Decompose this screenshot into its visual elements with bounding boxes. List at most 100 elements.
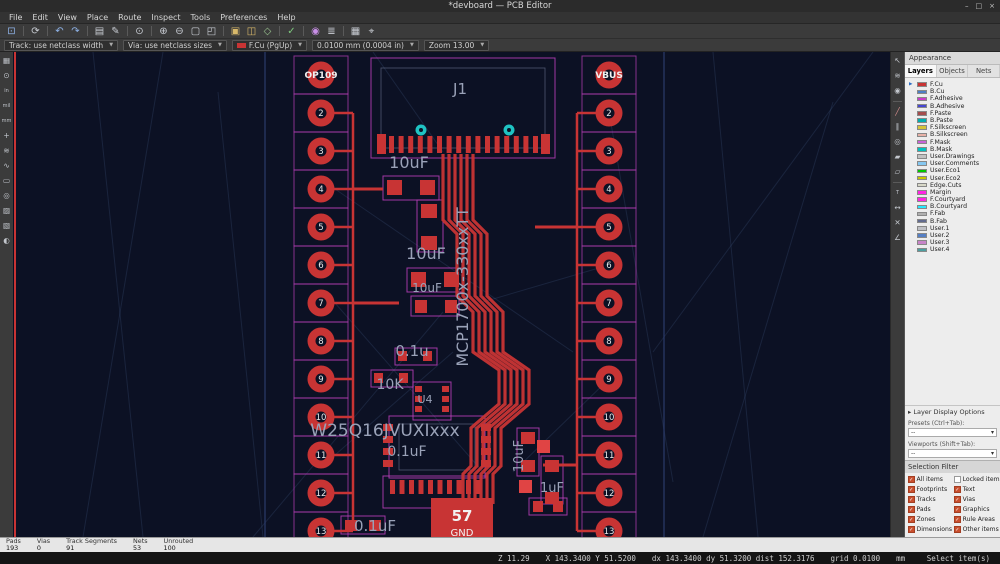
layer-color-swatch[interactable] — [917, 125, 927, 130]
select-tool-icon[interactable]: ↖ — [892, 56, 903, 66]
filter-dimensions[interactable]: ✓Dimensions — [908, 526, 952, 533]
zoom-level-dropdown[interactable]: Zoom 13.00 ▼ — [424, 40, 489, 51]
track-width-dropdown[interactable]: Track: use netclass width ▼ — [4, 40, 118, 51]
menu-route[interactable]: Route — [113, 13, 146, 22]
layer-row-user-2[interactable]: User.2 — [907, 232, 998, 239]
rule-area-tool-icon[interactable]: ▱ — [892, 167, 903, 177]
footprint-editor-icon[interactable]: ◫ — [244, 25, 259, 38]
via-tool-icon[interactable]: ◎ — [892, 137, 903, 147]
checkbox-icon[interactable]: ✓ — [908, 516, 915, 523]
crosshair-toggle-icon[interactable]: + — [1, 131, 12, 141]
local-ratsnest-tool-icon[interactable]: ≋ — [892, 71, 903, 81]
checkbox-icon[interactable]: ✓ — [908, 486, 915, 493]
checkbox-icon[interactable]: ✓ — [954, 486, 961, 493]
highlight-net-tool-icon[interactable]: ◉ — [892, 86, 903, 96]
zone-fill-mode-icon[interactable]: ▨ — [1, 206, 12, 216]
grid-size-dropdown[interactable]: 0.0100 mm (0.0004 in) ▼ — [312, 40, 419, 51]
layer-row-f-fab[interactable]: F.Fab — [907, 210, 998, 217]
layer-color-swatch[interactable] — [917, 154, 927, 159]
tab-nets[interactable]: Nets — [968, 65, 1000, 77]
layer-color-swatch[interactable] — [917, 104, 927, 109]
pcb-drawing[interactable]: OP1092345678910111213VBUS234567891011121… — [13, 52, 890, 537]
layer-row-user-drawings[interactable]: User.Drawings — [907, 153, 998, 160]
layer-row-edge-cuts[interactable]: Edge.Cuts — [907, 182, 998, 189]
save-icon[interactable]: ⊡ — [4, 25, 19, 38]
checkbox-icon[interactable] — [954, 476, 961, 483]
layer-color-swatch[interactable] — [917, 183, 927, 188]
layer-color-swatch[interactable] — [917, 147, 927, 152]
layer-row-b-cu[interactable]: B.Cu — [907, 88, 998, 95]
layer-color-swatch[interactable] — [917, 82, 927, 87]
layer-color-swatch[interactable] — [917, 118, 927, 123]
checkbox-icon[interactable]: ✓ — [954, 526, 961, 533]
layer-row-b-mask[interactable]: B.Mask — [907, 146, 998, 153]
plot-icon[interactable]: ✎ — [108, 25, 123, 38]
menu-preferences[interactable]: Preferences — [215, 13, 272, 22]
layer-row-f-silkscreen[interactable]: F.Silkscreen — [907, 124, 998, 131]
ratsnest-toggle-icon[interactable]: ≋ — [1, 146, 12, 156]
filter-text[interactable]: ✓Text — [954, 486, 1000, 493]
layer-row-user-3[interactable]: User.3 — [907, 239, 998, 246]
menu-inspect[interactable]: Inspect — [146, 13, 185, 22]
drc-icon[interactable]: ✓ — [284, 25, 299, 38]
3d-viewer-icon[interactable]: ◇ — [260, 25, 275, 38]
layer-row-f-paste[interactable]: F.Paste — [907, 110, 998, 117]
layer-color-swatch[interactable] — [917, 133, 927, 138]
filter-other-items[interactable]: ✓Other items — [954, 526, 1000, 533]
filter-locked-items[interactable]: Locked items — [954, 476, 1000, 483]
checkbox-icon[interactable]: ✓ — [908, 506, 915, 513]
layer-row-user-comments[interactable]: User.Comments — [907, 160, 998, 167]
layer-row-b-courtyard[interactable]: B.Courtyard — [907, 203, 998, 210]
checkbox-icon[interactable]: ✓ — [954, 496, 961, 503]
zone-outline-mode-icon[interactable]: ▧ — [1, 221, 12, 231]
layer-color-swatch[interactable] — [917, 226, 927, 231]
layer-color-swatch[interactable] — [917, 169, 927, 174]
layer-color-swatch[interactable] — [917, 90, 927, 95]
pcb-canvas[interactable]: OP1092345678910111213VBUS234567891011121… — [13, 52, 890, 537]
layer-row-b-silkscreen[interactable]: B.Silkscreen — [907, 131, 998, 138]
zoom-selection-icon[interactable]: ◰ — [204, 25, 219, 38]
checkbox-icon[interactable]: ✓ — [908, 526, 915, 533]
layer-row-margin[interactable]: Margin — [907, 189, 998, 196]
filter-rule-areas[interactable]: ✓Rule Areas — [954, 516, 1000, 523]
undo-icon[interactable]: ↶ — [52, 25, 67, 38]
menu-tools[interactable]: Tools — [186, 13, 216, 22]
filter-zones[interactable]: ✓Zones — [908, 516, 952, 523]
menu-view[interactable]: View — [53, 13, 82, 22]
layer-row-user-eco1[interactable]: User.Eco1 — [907, 167, 998, 174]
track-outline-mode-icon[interactable]: ▭ — [1, 176, 12, 186]
layer-row-f-mask[interactable]: F.Mask — [907, 139, 998, 146]
layer-row-user-1[interactable]: User.1 — [907, 225, 998, 232]
net-inspector-icon[interactable]: ≣ — [324, 25, 339, 38]
layer-color-swatch[interactable] — [917, 219, 927, 224]
menu-help[interactable]: Help — [272, 13, 300, 22]
curved-ratsnest-icon[interactable]: ∿ — [1, 161, 12, 171]
grid-toggle-icon[interactable]: ▦ — [1, 56, 12, 66]
filter-tracks[interactable]: ✓Tracks — [908, 496, 952, 503]
layer-row-user-eco2[interactable]: User.Eco2 — [907, 174, 998, 181]
layer-color-swatch[interactable] — [917, 140, 927, 145]
checkbox-icon[interactable]: ✓ — [954, 506, 961, 513]
route-track-tool-icon[interactable]: ╱ — [892, 107, 903, 117]
layer-color-swatch[interactable] — [917, 97, 927, 102]
menu-edit[interactable]: Edit — [27, 13, 53, 22]
via-size-dropdown[interactable]: Via: use netclass sizes ▼ — [123, 40, 227, 51]
measure-tool-icon[interactable]: ∠ — [892, 233, 903, 243]
layer-color-swatch[interactable] — [917, 233, 927, 238]
origin-icon[interactable]: ⌖ — [364, 25, 379, 38]
viewports-dropdown[interactable]: -- ▾ — [908, 449, 997, 458]
layer-row-f-courtyard[interactable]: F.Courtyard — [907, 196, 998, 203]
layer-color-swatch[interactable] — [917, 205, 927, 210]
close-icon[interactable]: × — [989, 2, 995, 10]
zoom-out-icon[interactable]: ⊖ — [172, 25, 187, 38]
layer-row-f-adhesive[interactable]: F.Adhesive — [907, 95, 998, 102]
minimize-icon[interactable]: – — [965, 2, 969, 10]
menu-file[interactable]: File — [4, 13, 27, 22]
filter-footprints[interactable]: ✓Footprints — [908, 486, 952, 493]
filter-graphics[interactable]: ✓Graphics — [954, 506, 1000, 513]
text-tool-icon[interactable]: T — [892, 188, 903, 198]
units-mm-icon[interactable]: mm — [1, 116, 12, 126]
zoom-fit-icon[interactable]: ▢ — [188, 25, 203, 38]
layer-row-b-paste[interactable]: B.Paste — [907, 117, 998, 124]
layer-selector-dropdown[interactable]: F.Cu (PgUp) ▼ — [232, 40, 307, 51]
